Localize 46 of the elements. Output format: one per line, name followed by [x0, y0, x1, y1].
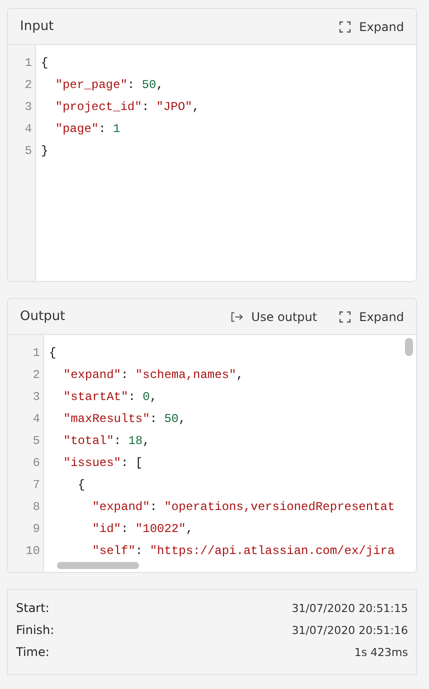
line-number: 2: [32, 367, 41, 384]
line-number: 1: [24, 55, 33, 72]
stat-value: 31/07/2020 20:51:16: [292, 624, 408, 636]
code-line: "expand": "schema,names",: [62, 367, 244, 384]
stat-value: 1s 423ms: [354, 646, 408, 658]
expand-button[interactable]: Expand: [339, 20, 404, 34]
code-line: "page": 1: [54, 121, 122, 138]
line-number: 1: [32, 345, 41, 362]
line-number: 8: [32, 499, 41, 516]
use-output-button[interactable]: Use output: [231, 310, 318, 324]
code-line: "expand": "operations,versionedRepresentat: [91, 499, 395, 516]
panel-title: Input: [20, 19, 54, 34]
expand-button[interactable]: Expand: [339, 310, 404, 324]
panel-title: Output: [20, 309, 66, 324]
code-line: "startAt": 0,: [62, 389, 158, 406]
line-number: 4: [24, 121, 33, 138]
code-line: }: [41, 143, 50, 160]
line-number: 5: [32, 433, 41, 450]
code-line: "maxResults": 50,: [62, 411, 187, 428]
code-line: {: [76, 477, 86, 494]
code-line: "id": "10022",: [91, 521, 194, 538]
code-line: "self": "https://api.atlassian.com/ex/jira: [91, 543, 395, 560]
stat-label: Start:: [16, 601, 50, 615]
line-number: 2: [24, 77, 33, 94]
vertical-scrollbar[interactable]: [405, 338, 413, 356]
line-number: 6: [32, 455, 41, 472]
line-number: 9: [32, 521, 41, 538]
line-number: 7: [32, 477, 41, 494]
code-line: {: [41, 55, 50, 72]
code-line: "total": 18,: [62, 433, 151, 450]
line-number: 10: [24, 543, 41, 560]
code-line: "issues": [: [62, 455, 144, 472]
code-line: "per_page": 50,: [54, 77, 164, 94]
code-line: "project_id": "JPO",: [54, 99, 200, 116]
stat-value: 31/07/2020 20:51:15: [292, 602, 408, 614]
line-number: 4: [32, 411, 41, 428]
line-number: 5: [24, 143, 33, 160]
line-number: 3: [24, 99, 33, 116]
expand-icon: [339, 310, 352, 322]
arrow-into-bracket-icon: [231, 310, 244, 322]
horizontal-scrollbar[interactable]: [57, 562, 139, 569]
line-number: 3: [32, 389, 41, 406]
stat-label: Time:: [16, 645, 50, 659]
stat-label: Finish:: [16, 623, 54, 637]
code-line: {: [49, 345, 58, 362]
expand-icon: [339, 20, 352, 32]
